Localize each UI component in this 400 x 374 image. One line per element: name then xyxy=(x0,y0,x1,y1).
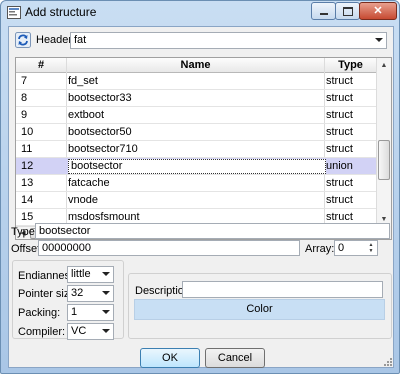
cancel-button-label: Cancel xyxy=(217,352,253,364)
row-number: 11 xyxy=(21,143,33,155)
color-button-label: Color xyxy=(246,303,273,315)
ok-button-label: OK xyxy=(162,352,178,364)
row-number: 7 xyxy=(21,75,28,87)
options-group: Endianness: little Pointer size: 32 Pack… xyxy=(12,260,124,340)
type-field[interactable]: bootsector xyxy=(35,223,390,239)
table-row[interactable]: 13 fatcache struct xyxy=(16,175,376,192)
close-icon: ✕ xyxy=(373,4,383,17)
dialog-body: Header: fat # Name Type 7 fd_set struct … xyxy=(8,26,394,368)
endianness-combo[interactable]: little xyxy=(67,266,114,283)
table-row[interactable]: 11 bootsector710 struct xyxy=(16,141,376,158)
row-type: struct xyxy=(326,109,353,121)
chevron-down-icon xyxy=(102,291,110,295)
packing-label: Packing: xyxy=(18,307,61,319)
refresh-icon xyxy=(15,32,31,48)
chevron-down-icon xyxy=(102,310,110,314)
title-bar: Add structure ✕ xyxy=(1,1,399,23)
table-row[interactable]: 14 vnode struct xyxy=(16,192,376,209)
maximize-icon xyxy=(342,6,353,16)
row-type: struct xyxy=(326,177,353,189)
row-name: bootsector710 xyxy=(68,143,138,155)
vertical-scroll-thumb[interactable] xyxy=(378,140,390,180)
row-number: 10 xyxy=(21,126,34,138)
row-type: struct xyxy=(326,143,353,155)
pointer-size-value: 32 xyxy=(71,287,84,299)
refresh-button[interactable] xyxy=(15,32,31,48)
row-number: 13 xyxy=(21,177,34,189)
row-number: 15 xyxy=(21,211,34,223)
structure-table: # Name Type 7 fd_set struct 8 bootsector… xyxy=(15,57,392,240)
row-type: struct xyxy=(326,126,353,138)
packing-value: 1 xyxy=(71,306,78,318)
type-field-value: bootsector xyxy=(39,225,91,237)
row-type: struct xyxy=(326,211,353,223)
array-spinbox[interactable]: 0 ▲ ▼ xyxy=(334,240,378,256)
row-name: msdosfsmount xyxy=(68,211,140,223)
add-structure-window: Add structure ✕ Header: fat # Name Type … xyxy=(0,0,400,374)
chevron-down-icon xyxy=(102,329,110,333)
window-title: Add structure xyxy=(25,5,97,19)
close-button[interactable]: ✕ xyxy=(359,2,397,20)
maximize-button[interactable] xyxy=(335,2,360,20)
type-label: Type: xyxy=(11,226,38,238)
structure-app-icon xyxy=(7,6,21,19)
row-name: fatcache xyxy=(68,177,110,189)
pointer-size-combo[interactable]: 32 xyxy=(67,285,114,302)
chevron-down-icon xyxy=(375,38,383,42)
row-type: struct xyxy=(326,194,353,206)
table-row-selected[interactable]: 12 bootsector union xyxy=(16,158,376,175)
row-number: 14 xyxy=(21,194,34,206)
packing-combo[interactable]: 1 xyxy=(67,304,114,321)
offset-field[interactable]: 00000000 xyxy=(38,240,300,256)
row-name: fd_set xyxy=(68,75,98,87)
compiler-value: VC xyxy=(71,325,87,337)
header-combo-value: fat xyxy=(74,34,87,46)
table-row[interactable]: 8 bootsector33 struct xyxy=(16,90,376,107)
description-field[interactable] xyxy=(182,281,383,298)
row-number: 12 xyxy=(21,160,34,172)
array-label: Array: xyxy=(305,243,335,255)
cancel-button[interactable]: Cancel xyxy=(205,348,265,368)
row-name: vnode xyxy=(68,194,98,206)
offset-field-value: 00000000 xyxy=(42,242,91,254)
minimize-button[interactable] xyxy=(311,2,336,20)
row-type: union xyxy=(326,160,353,172)
column-header-number[interactable]: # xyxy=(16,59,66,71)
minimize-icon xyxy=(319,13,328,15)
table-row[interactable]: 9 extboot struct xyxy=(16,107,376,124)
compiler-label: Compiler: xyxy=(18,326,66,338)
resize-grip-icon[interactable] xyxy=(384,358,392,366)
row-type: struct xyxy=(326,92,353,104)
row-name: extboot xyxy=(68,109,105,121)
color-button[interactable]: Color xyxy=(134,299,385,320)
endianness-value: little xyxy=(71,268,91,280)
header-combo[interactable]: fat xyxy=(70,32,387,49)
row-name: bootsector50 xyxy=(68,126,132,138)
chevron-down-icon xyxy=(102,272,110,276)
ok-button[interactable]: OK xyxy=(140,348,200,368)
row-number: 9 xyxy=(21,109,28,121)
row-name: bootsector xyxy=(71,160,123,172)
scroll-up-icon[interactable]: ▲ xyxy=(378,59,390,71)
spin-arrows-icon[interactable]: ▲ ▼ xyxy=(367,242,375,254)
table-row[interactable]: 10 bootsector50 struct xyxy=(16,124,376,141)
column-header-name[interactable]: Name xyxy=(67,59,324,71)
table-row[interactable]: 7 fd_set struct xyxy=(16,73,376,90)
vertical-scrollbar[interactable]: ▲ ▼ xyxy=(376,58,391,226)
row-number: 8 xyxy=(21,92,28,104)
column-header-type[interactable]: Type xyxy=(325,59,376,71)
row-name: bootsector33 xyxy=(68,92,132,104)
compiler-combo[interactable]: VC xyxy=(67,323,114,340)
table-header: # Name Type xyxy=(16,58,376,73)
row-type: struct xyxy=(326,75,353,87)
array-spinbox-value: 0 xyxy=(338,242,345,254)
